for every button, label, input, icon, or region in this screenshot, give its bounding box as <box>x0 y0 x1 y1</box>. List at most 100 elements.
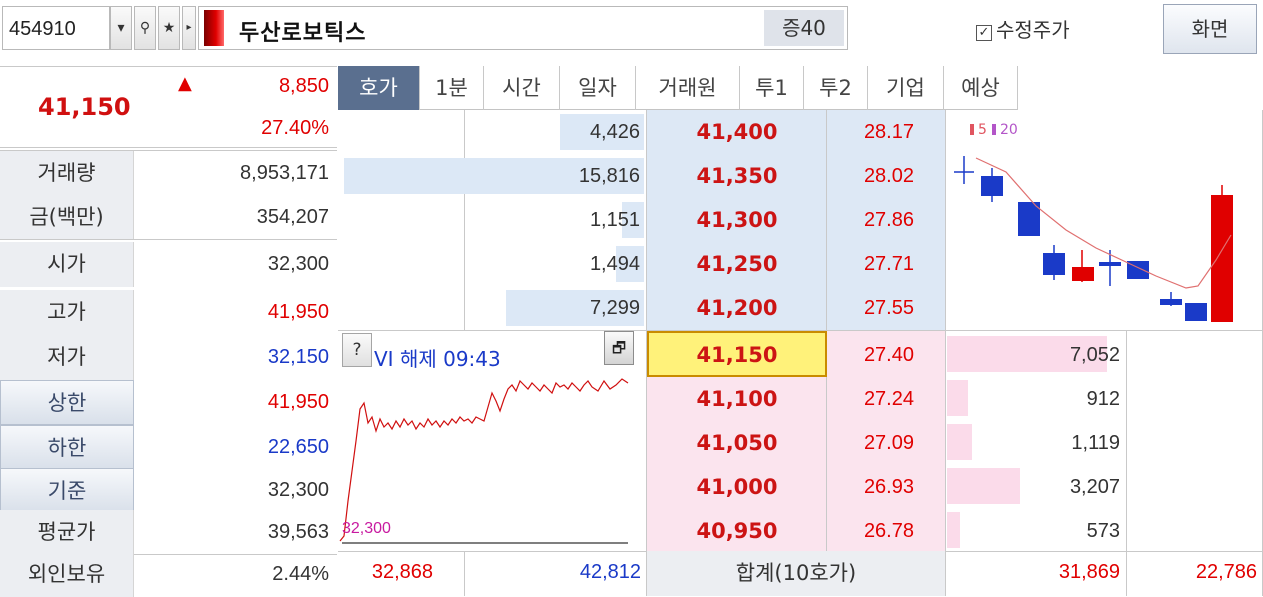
footer-left-a: 32,868 <box>371 561 433 583</box>
ask-qty[interactable]: 7,299 <box>590 297 640 320</box>
search-icon: ⚲ <box>139 20 151 36</box>
info-row: 외인보유 2.44% <box>0 552 337 597</box>
bid-price[interactable]: 41,000 <box>647 475 827 499</box>
info-value: 8,953,171 <box>240 162 329 184</box>
next-button[interactable]: ▸ <box>182 6 196 50</box>
bid-depth-bar <box>947 424 972 460</box>
info-label: 저가 <box>0 335 134 380</box>
base-price-label: 32,300 <box>342 520 391 537</box>
dropdown-button[interactable]: ▾ <box>110 6 132 50</box>
info-value: 354,207 <box>256 206 329 228</box>
bid-price[interactable]: 41,100 <box>647 387 827 411</box>
info-row: 기준 32,300 <box>0 468 337 513</box>
bid-price[interactable]: 40,950 <box>647 519 827 543</box>
bid-qty[interactable]: 7,052 <box>1070 344 1120 367</box>
tab-0[interactable]: 호가 <box>338 66 420 110</box>
checkbox-checked-icon: ✓ <box>976 25 992 41</box>
ask-qty[interactable]: 1,151 <box>590 209 640 232</box>
tab-3[interactable]: 일자 <box>560 66 636 110</box>
info-row: 저가 32,150 <box>0 335 337 380</box>
info-value: 32,150 <box>267 346 329 368</box>
ask-price[interactable]: 41,200 <box>647 296 827 320</box>
info-value: 32,300 <box>267 479 329 501</box>
info-row: 거래량 8,953,171 <box>0 150 337 195</box>
order-book: 4,426 41,400 28.17 15,816 41,350 28.02 1,151 41… <box>338 110 1263 596</box>
info-label: 시가 <box>0 242 134 287</box>
bid-pct: 26.78 <box>863 520 914 542</box>
adjusted-price-label: 수정주가 <box>996 18 1070 42</box>
footer-right-b: 22,786 <box>1195 561 1257 583</box>
bid-qty[interactable]: 1,119 <box>1071 432 1120 455</box>
tab-6[interactable]: 투2 <box>804 66 868 110</box>
sum-label: 합계(10호가) <box>647 551 945 596</box>
info-label[interactable]: 하한 <box>0 425 134 470</box>
info-row: 평균가 39,563 <box>0 510 337 555</box>
info-value: 32,300 <box>267 253 329 275</box>
favorite-button[interactable]: ★ <box>158 6 180 50</box>
price-change: 8,850 <box>278 75 329 97</box>
ma20-legend: 20 <box>1000 122 1018 138</box>
ask-qty[interactable]: 1,494 <box>590 253 640 276</box>
ask-price[interactable]: 41,250 <box>647 252 827 276</box>
info-value: 41,950 <box>267 301 329 323</box>
up-triangle-icon: ▲ <box>178 73 192 94</box>
ask-pct: 27.86 <box>863 209 914 231</box>
ask-pct: 27.55 <box>863 297 914 319</box>
vi-release-text: VI 해제 09:43 <box>374 347 501 371</box>
info-row: 금(백만) 354,207 <box>0 195 337 240</box>
stock-name: 두산로보틱스 <box>239 21 367 46</box>
stock-code-input[interactable]: 454910 <box>2 6 110 50</box>
bid-depth-bar <box>947 380 968 416</box>
info-value: 22,650 <box>267 436 329 458</box>
screen-button[interactable]: 화면 <box>1163 4 1257 54</box>
bid-qty[interactable]: 3,207 <box>1070 476 1120 499</box>
ask-pct: 28.17 <box>863 121 914 143</box>
info-row: 고가 41,950 <box>0 290 337 335</box>
footer-right-a: 31,869 <box>1058 561 1120 583</box>
bid-price[interactable]: 41,050 <box>647 431 827 455</box>
stock-name-box: 두산로보틱스 증40 <box>198 6 848 50</box>
bid-pct: 27.40 <box>863 344 914 366</box>
tab-5[interactable]: 투1 <box>740 66 804 110</box>
ask-qty[interactable]: 4,426 <box>590 121 640 144</box>
current-price: 41,150 <box>38 93 131 121</box>
tab-7[interactable]: 기업 <box>868 66 944 110</box>
info-value: 39,563 <box>267 521 329 543</box>
info-label: 평균가 <box>0 510 134 554</box>
daily-candle-chart: 5 20 <box>946 110 1263 330</box>
info-row: 시가 32,300 <box>0 242 337 287</box>
ask-price[interactable]: 41,400 <box>647 120 827 144</box>
price-change-pct: 27.40% <box>261 117 329 139</box>
chevron-down-icon: ▾ <box>117 20 125 36</box>
candle-color-swatch <box>204 10 224 46</box>
candle-svg <box>954 124 1233 322</box>
bid-qty[interactable]: 573 <box>1087 520 1120 543</box>
ask-pct: 27.71 <box>863 253 914 275</box>
info-label[interactable]: 상한 <box>0 380 134 425</box>
info-value: 41,950 <box>267 391 329 413</box>
search-button[interactable]: ⚲ <box>134 6 156 50</box>
ask-qty[interactable]: 15,816 <box>579 165 640 188</box>
info-label: 고가 <box>0 290 134 335</box>
help-button[interactable]: ? <box>342 333 372 367</box>
adjusted-price-checkbox[interactable]: ✓ 수정주가 <box>976 14 1070 43</box>
bid-pct: 27.09 <box>863 432 914 454</box>
margin-badge: 증40 <box>764 10 844 46</box>
star-icon: ★ <box>162 20 176 36</box>
info-row: 하한 22,650 <box>0 425 337 470</box>
restore-window-button[interactable]: 🗗 <box>604 331 634 365</box>
bid-qty[interactable]: 912 <box>1087 388 1120 411</box>
tab-8[interactable]: 예상 <box>944 66 1018 110</box>
bid-depth-bar <box>947 512 960 548</box>
ask-price[interactable]: 41,350 <box>647 164 827 188</box>
tab-1[interactable]: 1분 <box>420 66 484 110</box>
tab-bar: 호가 1분 시간 일자 거래원 투1 투2 기업 예상 <box>338 66 1018 110</box>
bid-pct: 27.24 <box>863 388 914 410</box>
info-label[interactable]: 기준 <box>0 468 134 513</box>
tab-2[interactable]: 시간 <box>484 66 560 110</box>
tab-4[interactable]: 거래원 <box>636 66 740 110</box>
intraday-tick-chart: ? VI 해제 09:43 🗗 32,300 <box>338 331 646 551</box>
ask-price[interactable]: 41,300 <box>647 208 827 232</box>
info-value: 2.44% <box>272 563 329 585</box>
current-bid-price[interactable]: 41,150 <box>647 343 827 367</box>
